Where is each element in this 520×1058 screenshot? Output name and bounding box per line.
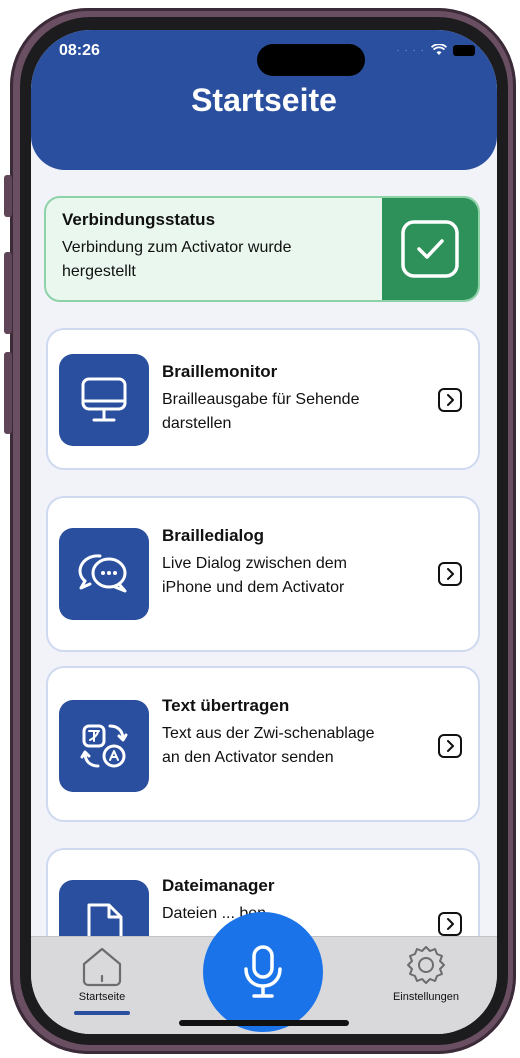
chat-bubbles-icon	[78, 554, 127, 593]
card-title: Brailledialog	[162, 526, 265, 545]
card-title: Dateimanager	[162, 876, 275, 895]
card-description: Brailleausgabe für Sehende darstellen	[162, 391, 360, 432]
chevron-right-icon[interactable]	[438, 734, 462, 758]
status-icons: · · · ·	[396, 44, 475, 56]
brailledialog-card[interactable]: Brailledialog Live Dialog zwischen dem i…	[46, 496, 480, 652]
card-title: Braillemonitor	[162, 362, 278, 381]
card-icon-container	[59, 528, 149, 620]
microphone-button[interactable]	[203, 912, 323, 1032]
braillemonitor-card[interactable]: Braillemonitor Brailleausgabe für Sehend…	[46, 328, 480, 470]
translate-icon	[80, 724, 128, 768]
connection-status-text: Verbindung zum Activator wurde hergestel…	[62, 239, 292, 280]
dynamic-island	[257, 44, 365, 76]
gear-icon	[407, 946, 445, 984]
page-title: Startseite	[191, 82, 337, 118]
text-transfer-card[interactable]: Text übertragen Text aus der Zwi-schenab…	[46, 666, 480, 822]
tab-label: Einstellungen	[392, 991, 460, 1003]
tab-einstellungen[interactable]: Einstellungen	[371, 943, 481, 1003]
tab-startseite[interactable]: Startseite	[67, 945, 137, 1015]
home-indicator	[179, 1020, 349, 1026]
wifi-icon	[431, 44, 447, 55]
card-icon-container	[59, 700, 149, 792]
connection-status-title: Verbindungsstatus	[62, 210, 216, 229]
microphone-icon	[244, 945, 282, 998]
home-icon	[82, 947, 122, 987]
check-icon	[401, 220, 459, 278]
monitor-icon	[81, 377, 127, 422]
connection-status-indicator	[382, 198, 478, 300]
header: 08:26 · · · · Startseite	[31, 30, 497, 170]
status-time: 08:26	[59, 42, 100, 59]
signal-icon: · · · ·	[396, 44, 425, 56]
chevron-right-icon[interactable]	[438, 388, 462, 412]
chevron-right-icon[interactable]	[438, 562, 462, 586]
card-description: Live Dialog zwischen dem iPhone und dem …	[162, 555, 347, 596]
card-description: Text aus der Zwi-schenablage an den Acti…	[162, 725, 375, 766]
battery-icon	[453, 44, 475, 56]
volume-down-button	[4, 352, 12, 434]
card-icon-container	[59, 354, 149, 446]
connection-status-card: Verbindungsstatus Verbindung zum Activat…	[44, 196, 480, 302]
chevron-right-icon[interactable]	[438, 912, 462, 936]
volume-up-button	[4, 252, 12, 334]
app-screen: 08:26 · · · · Startseite Verbindungsstat…	[31, 30, 497, 1034]
active-tab-indicator	[74, 1011, 130, 1015]
tab-label: Startseite	[78, 991, 126, 1003]
card-title: Text übertragen	[162, 696, 290, 715]
mute-switch	[4, 175, 12, 217]
